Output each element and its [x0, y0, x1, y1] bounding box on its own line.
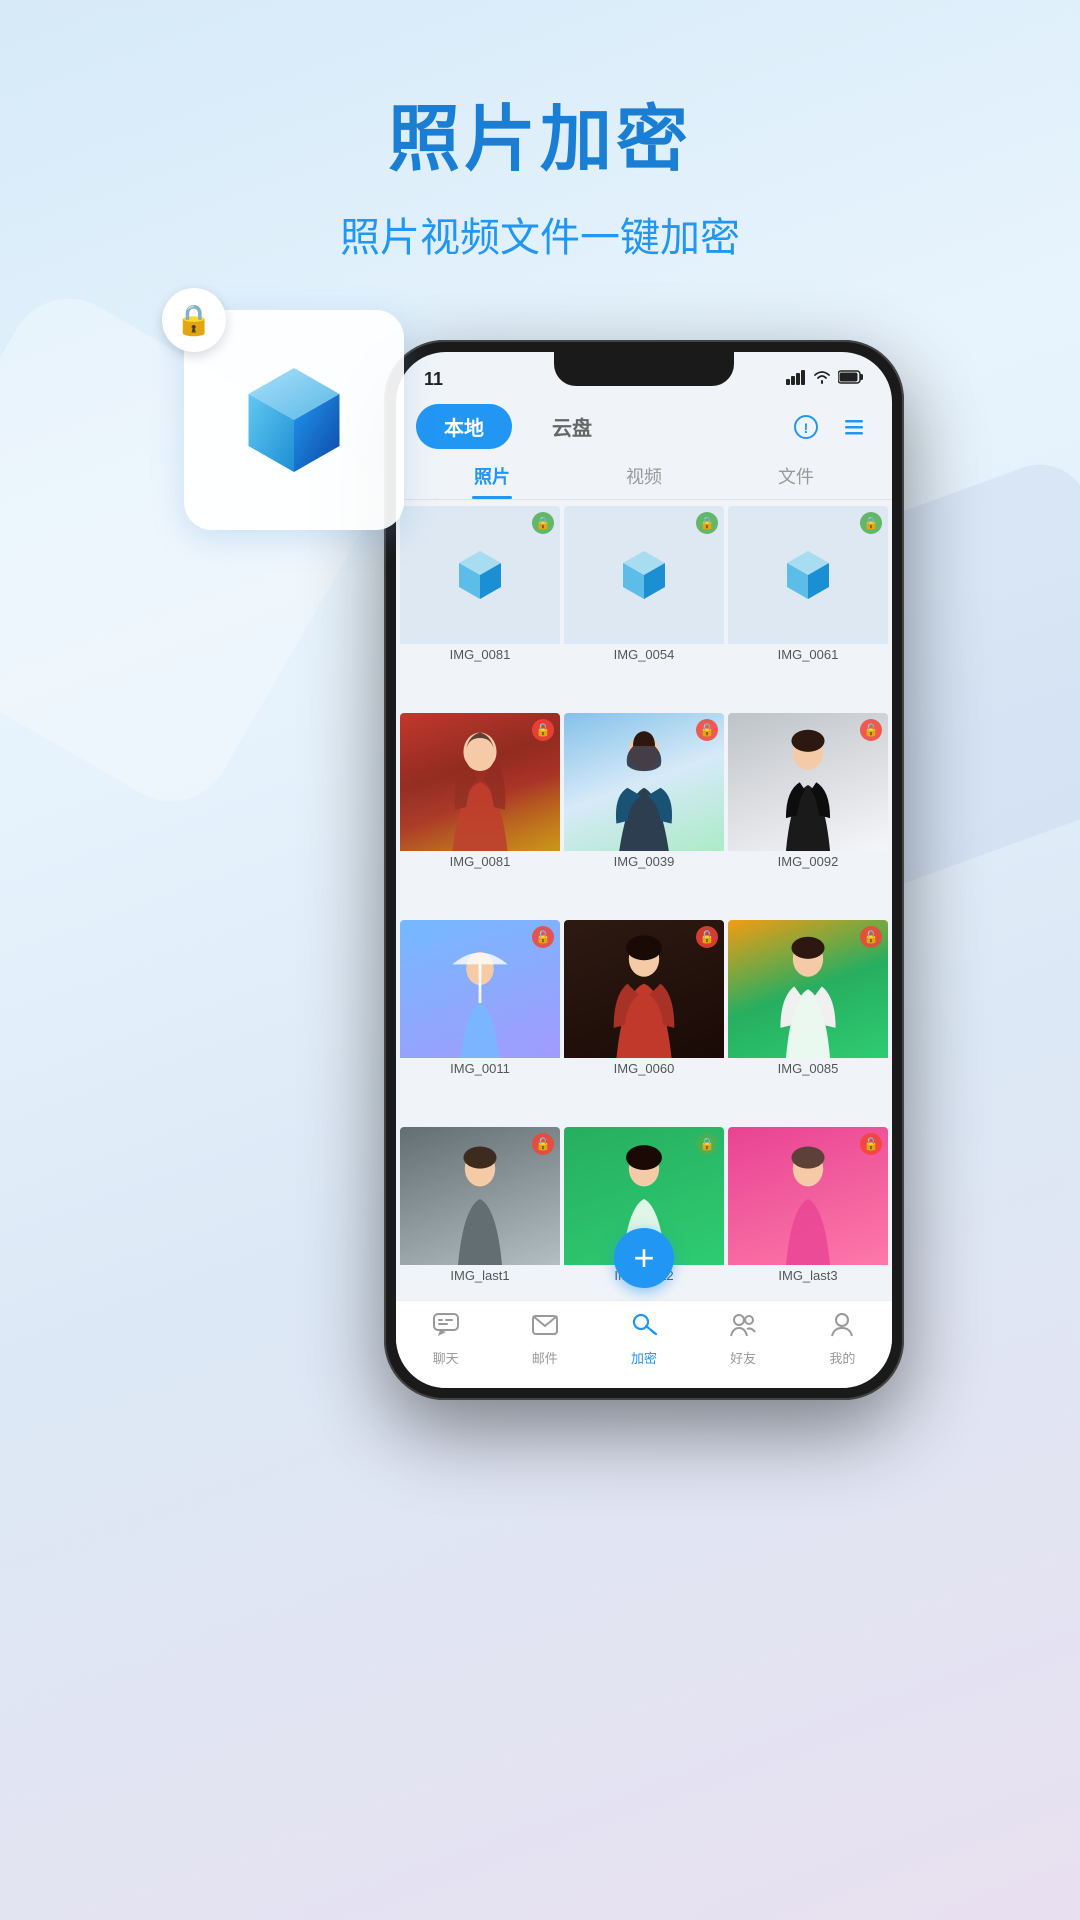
cube-icon-large — [229, 355, 359, 485]
lock-overlay-9: 🔓 — [860, 926, 882, 948]
lock-overlay-3: 🔒 — [860, 512, 882, 534]
notch — [554, 352, 734, 386]
battery-icon — [838, 370, 864, 389]
nav-label-mail: 邮件 — [532, 1348, 558, 1367]
nav-label-friends: 好友 — [730, 1348, 756, 1367]
photo-item-10[interactable]: 🔓 IMG_last1 — [400, 1127, 560, 1287]
tab-cloud[interactable]: 云盘 — [524, 404, 620, 449]
sub-tabs: 照片 视频 文件 — [396, 453, 892, 500]
title-section: 照片加密 照片视频文件一键加密 — [0, 0, 1080, 263]
sub-title: 照片视频文件一键加密 — [0, 205, 1080, 263]
photo-item-7[interactable]: 🔓 IMG_0011 — [400, 920, 560, 1080]
photo-item-2[interactable]: 🔒 IMG_0054 — [564, 506, 724, 666]
phone-wrapper: 🔒 — [384, 340, 904, 1400]
profile-icon — [828, 1310, 856, 1345]
nav-item-encrypt[interactable]: 加密 — [630, 1310, 658, 1367]
photo-item-6[interactable]: 🔓 IMG_0092 — [728, 713, 888, 873]
photo-label-10: IMG_last1 — [400, 1265, 560, 1287]
svg-text:!: ! — [804, 420, 809, 436]
tab-icons: ! — [788, 409, 872, 445]
key-icon — [630, 1310, 658, 1345]
chat-icon — [432, 1310, 460, 1345]
tabs-row: 本地 云盘 ! — [396, 396, 892, 453]
sub-tab-videos[interactable]: 视频 — [606, 457, 682, 499]
photo-item-5[interactable]: 🔓 IMG_0039 — [564, 713, 724, 873]
status-time: 11 — [424, 369, 443, 390]
photo-label-8: IMG_0060 — [564, 1058, 724, 1080]
wifi-icon — [812, 369, 832, 390]
mail-icon — [531, 1310, 559, 1345]
photo-label-1: IMG_0081 — [400, 644, 560, 666]
photo-label-4: IMG_0081 — [400, 851, 560, 873]
lock-overlay-10: 🔓 — [532, 1133, 554, 1155]
sub-tab-files[interactable]: 文件 — [758, 457, 834, 499]
lock-overlay-2: 🔒 — [696, 512, 718, 534]
lock-overlay-5: 🔓 — [696, 719, 718, 741]
info-icon-btn[interactable]: ! — [788, 409, 824, 445]
photo-label-9: IMG_0085 — [728, 1058, 888, 1080]
nav-label-chat: 聊天 — [433, 1348, 459, 1367]
sub-tab-photos[interactable]: 照片 — [454, 457, 530, 499]
photo-grid: 🔒 IMG_0081 🔒 IMG_0054 — [396, 500, 892, 1336]
photo-label-5: IMG_0039 — [564, 851, 724, 873]
photo-item-4[interactable]: 🔓 IMG_0081 — [400, 713, 560, 873]
photo-label-3: IMG_0061 — [728, 644, 888, 666]
photo-item-9[interactable]: 🔓 IMG_0085 — [728, 920, 888, 1080]
lock-badge: 🔒 — [162, 288, 226, 352]
nav-item-friends[interactable]: 好友 — [729, 1310, 757, 1367]
signal-icon — [786, 369, 806, 390]
photo-item-3[interactable]: 🔒 IMG_0061 — [728, 506, 888, 666]
photo-label-6: IMG_0092 — [728, 851, 888, 873]
lock-overlay-12: 🔓 — [860, 1133, 882, 1155]
lock-overlay-6: 🔓 — [860, 719, 882, 741]
lock-overlay-1: 🔒 — [532, 512, 554, 534]
bottom-nav: 聊天 邮件 — [396, 1300, 892, 1388]
fab-add-button[interactable]: + — [614, 1228, 674, 1288]
lock-overlay-8: 🔓 — [696, 926, 718, 948]
lock-overlay-4: 🔓 — [532, 719, 554, 741]
status-icons — [786, 369, 864, 390]
menu-icon-btn[interactable] — [836, 409, 872, 445]
photo-label-7: IMG_0011 — [400, 1058, 560, 1080]
tab-local[interactable]: 本地 — [416, 404, 512, 449]
photo-item-1[interactable]: 🔒 IMG_0081 — [400, 506, 560, 666]
lock-overlay-11: 🔒 — [696, 1133, 718, 1155]
photo-label-2: IMG_0054 — [564, 644, 724, 666]
nav-item-mine[interactable]: 我的 — [828, 1310, 856, 1367]
photo-item-12[interactable]: 🔓 IMG_last3 — [728, 1127, 888, 1287]
nav-item-chat[interactable]: 聊天 — [432, 1310, 460, 1367]
main-title: 照片加密 — [0, 80, 1080, 185]
lock-overlay-7: 🔓 — [532, 926, 554, 948]
photo-label-12: IMG_last3 — [728, 1265, 888, 1287]
phone-screen: 11 — [396, 352, 892, 1388]
nav-item-mail[interactable]: 邮件 — [531, 1310, 559, 1367]
lock-icon: 🔒 — [175, 303, 212, 338]
phone-frame: 11 — [384, 340, 904, 1400]
nav-label-mine: 我的 — [829, 1348, 855, 1367]
photo-item-8[interactable]: 🔓 IMG_0060 — [564, 920, 724, 1080]
friends-icon — [729, 1310, 757, 1345]
nav-label-encrypt: 加密 — [631, 1348, 657, 1367]
floating-card: 🔒 — [184, 310, 404, 530]
